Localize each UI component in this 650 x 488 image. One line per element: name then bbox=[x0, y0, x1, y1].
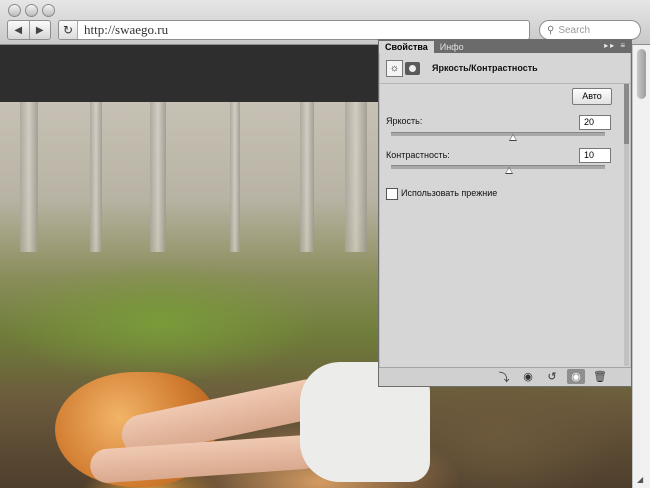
tab-info[interactable]: Инфо bbox=[434, 41, 470, 53]
contrast-label: Контрастность: bbox=[386, 150, 450, 160]
legacy-checkbox[interactable] bbox=[386, 188, 398, 200]
panel-menu-icon[interactable]: ▸▸ ≡ bbox=[604, 41, 627, 50]
search-input[interactable]: ⚲ Search bbox=[539, 20, 641, 40]
reset-icon[interactable]: ↺ bbox=[543, 369, 561, 384]
visibility-eye-icon[interactable]: ◉ bbox=[567, 369, 585, 384]
address-bar[interactable]: ↻ http://swaego.ru bbox=[58, 20, 530, 40]
contrast-slider-handle[interactable] bbox=[504, 167, 513, 174]
tab-properties[interactable]: Свойства bbox=[379, 41, 434, 53]
legacy-label: Использовать прежние bbox=[401, 188, 498, 198]
properties-panel: Свойства Инфо ▸▸ ≡ ☼ Яркость/Контрастнос… bbox=[378, 39, 632, 387]
scroll-corner-icon: ◢ bbox=[637, 475, 644, 484]
trash-icon[interactable]: 🗑 bbox=[591, 369, 609, 384]
minimize-window-button[interactable] bbox=[25, 4, 38, 17]
adjustment-title: Яркость/Контрастность bbox=[432, 63, 538, 73]
zoom-window-button[interactable] bbox=[42, 4, 55, 17]
page-scrollbar[interactable]: ◢ bbox=[632, 45, 650, 488]
tree-trunk bbox=[300, 102, 314, 252]
view-previous-icon[interactable]: ◉ bbox=[519, 369, 537, 384]
brightness-label: Яркость: bbox=[386, 116, 423, 126]
forward-button[interactable]: ▶ bbox=[28, 21, 51, 39]
arrow-left-icon: ◀ bbox=[14, 24, 23, 36]
mask-icon[interactable] bbox=[405, 61, 420, 75]
auto-button[interactable]: Авто bbox=[572, 88, 612, 105]
back-button[interactable]: ◀ bbox=[8, 21, 29, 39]
adjustment-header: ☼ Яркость/Контрастность bbox=[379, 53, 631, 84]
brightness-field[interactable]: 20 bbox=[579, 115, 611, 130]
brightness-contrast-icon: ☼ bbox=[386, 59, 403, 77]
back-forward-group: ◀ ▶ bbox=[7, 20, 51, 40]
search-placeholder: Search bbox=[558, 24, 591, 36]
tree-trunk bbox=[20, 102, 38, 252]
tree-trunk bbox=[230, 102, 240, 252]
arrow-right-icon: ▶ bbox=[35, 24, 44, 36]
panel-footer: ⤵ ◉ ↺ ◉ 🗑 bbox=[379, 367, 631, 386]
reload-button[interactable]: ↻ bbox=[59, 21, 78, 39]
panel-tabs: Свойства Инфо ▸▸ ≡ bbox=[379, 40, 631, 53]
tree-trunk bbox=[150, 102, 166, 252]
tree-trunk bbox=[345, 102, 367, 252]
search-icon: ⚲ bbox=[547, 24, 555, 36]
close-window-button[interactable] bbox=[8, 4, 21, 17]
contrast-field[interactable]: 10 bbox=[579, 148, 611, 163]
url-text: http://swaego.ru bbox=[84, 22, 169, 37]
contrast-slider-track[interactable] bbox=[391, 165, 605, 169]
clip-to-layer-icon[interactable]: ⤵ bbox=[495, 369, 513, 384]
tree-trunk bbox=[90, 102, 102, 252]
brightness-slider-track[interactable] bbox=[391, 132, 605, 136]
page-scrollbar-thumb[interactable] bbox=[637, 49, 646, 99]
brightness-slider-handle[interactable] bbox=[508, 134, 517, 141]
reload-icon: ↻ bbox=[62, 23, 74, 37]
panel-scrollbar[interactable] bbox=[623, 84, 630, 366]
